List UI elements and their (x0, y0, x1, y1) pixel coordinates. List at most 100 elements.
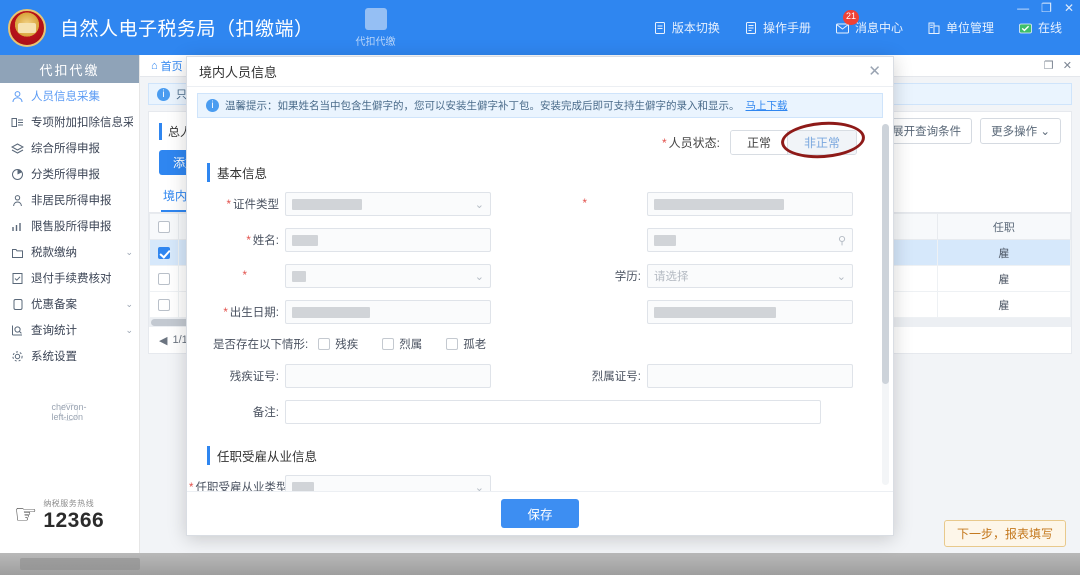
sidebar: 代扣代缴 人员信息采集 专项附加扣除信息采集 综合所得申报 分类所得申报 非居民… (0, 55, 140, 575)
checkbox-elderly-alone[interactable]: 孤老 (446, 336, 486, 352)
window-close-button[interactable]: ✕ (1064, 2, 1074, 14)
window-minimize-button[interactable]: — (1017, 2, 1029, 14)
checkbox-martyr-family[interactable]: 烈属 (382, 336, 422, 352)
field-employment-type: *任职受雇从业类型 ⌄ (189, 475, 491, 491)
field-label: * (189, 270, 285, 282)
sidebar-item-label: 优惠备案 (31, 296, 77, 312)
sidebar-item-restricted-stock[interactable]: 限售股所得申报 (0, 213, 139, 239)
sidebar-item-preferential-filing[interactable]: 优惠备案 ⌄ (0, 291, 139, 317)
checkbox-box[interactable] (318, 338, 330, 350)
nationality-input[interactable]: ⚲ (647, 228, 853, 252)
header-item-version-switch[interactable]: 版本切换 (653, 19, 720, 36)
field-education: 学历: 请选择 ⌄ (551, 264, 853, 288)
field-gender: * ⌄ (189, 264, 491, 288)
checkbox-box[interactable] (446, 338, 458, 350)
sidebar-item-label: 系统设置 (31, 348, 77, 364)
row-checkbox[interactable] (158, 299, 170, 311)
dialog-scrollbar[interactable] (882, 124, 889, 485)
field-label: *证件类型 (189, 196, 285, 212)
conditions-row: 是否存在以下情形: 残疾 烈属 孤老 (189, 336, 891, 352)
hotline-number: 12366 (43, 509, 104, 532)
close-icon[interactable]: ✕ (868, 64, 881, 79)
header-item-manual[interactable]: 操作手册 (744, 19, 811, 36)
bar-chart-icon (10, 219, 24, 233)
save-button[interactable]: 保存 (501, 499, 578, 528)
birth-date-input[interactable] (285, 300, 491, 324)
dialog-body: * 人员状态: 正常 非正常 基本信息 *证件类型 ⌄ (187, 118, 893, 491)
sidebar-item-system-settings[interactable]: 系统设置 (0, 343, 139, 369)
education-placeholder: 请选择 (654, 268, 689, 284)
person-status-row: * 人员状态: 正常 非正常 (189, 122, 891, 157)
person-status-toggle[interactable]: 正常 非正常 (730, 130, 857, 155)
chevron-down-icon[interactable]: ⌄ (475, 481, 484, 492)
home-icon: ⌂ (151, 60, 158, 72)
sidebar-item-personnel-collection[interactable]: 人员信息采集 (0, 83, 139, 109)
basic-info-section-title: 基本信息 (207, 163, 891, 182)
sidebar-item-refund-fee-check[interactable]: 退付手续费核对 (0, 265, 139, 291)
sidebar-collapse-button[interactable]: chevron-left-icon (60, 403, 78, 421)
sidebar-item-query-statistics[interactable]: 查询统计 ⌄ (0, 317, 139, 343)
checkbox-box[interactable] (382, 338, 394, 350)
header-item-label: 单位管理 (946, 19, 994, 36)
app-header: 自然人电子税务局（扣缴端） 代扣代缴 版本切换 操作手册 21 消息中心 单位管… (0, 0, 1080, 55)
row-select-cell[interactable] (150, 240, 179, 266)
martyr-cert-input[interactable] (647, 364, 853, 388)
row-select-cell[interactable] (150, 266, 179, 292)
sidebar-item-tax-payment[interactable]: 税款缴纳 ⌄ (0, 239, 139, 265)
chevron-down-icon[interactable]: ⌄ (837, 270, 846, 283)
more-actions-button[interactable]: 更多操作 ⌄ (980, 118, 1061, 144)
form-row: *姓名: ⚲ (189, 228, 891, 252)
sidebar-item-classified-income[interactable]: 分类所得申报 (0, 161, 139, 187)
headset-icon: ☞ (14, 501, 37, 527)
person-status-label: 人员状态: (669, 134, 720, 151)
address-input[interactable] (647, 300, 853, 324)
header-item-message-center[interactable]: 21 消息中心 (835, 19, 903, 36)
sidebar-item-nonresident-income[interactable]: 非居民所得申报 (0, 187, 139, 213)
row-checkbox[interactable] (158, 247, 170, 259)
field-label: 备注: (189, 404, 285, 420)
chevron-down-icon[interactable]: ⌄ (475, 198, 484, 211)
remark-input[interactable] (285, 400, 821, 424)
checkbox-disabled[interactable]: 残疾 (318, 336, 358, 352)
sidebar-item-special-deduction[interactable]: 专项附加扣除信息采集 (0, 109, 139, 135)
sidebar-item-comprehensive-income[interactable]: 综合所得申报 (0, 135, 139, 161)
header-item-online-status[interactable]: 在线 (1018, 19, 1062, 36)
select-all-header[interactable] (150, 214, 179, 240)
id-number-input[interactable] (647, 192, 853, 216)
content-restore-button[interactable]: ❐ (1044, 59, 1054, 72)
name-input[interactable] (285, 228, 491, 252)
sidebar-item-label: 非居民所得申报 (31, 192, 112, 208)
select-all-checkbox[interactable] (158, 221, 170, 233)
disability-cert-input[interactable] (285, 364, 491, 388)
row-checkbox[interactable] (158, 273, 170, 285)
dialog-tip-bar: i 温馨提示：如果姓名当中包含生僻字的，您可以安装生僻字补丁包。安装完成后即可支… (197, 93, 883, 118)
module-tab-withholding[interactable]: 代扣代缴 (356, 8, 396, 48)
field-label: *任职受雇从业类型 (189, 479, 285, 491)
chevron-down-icon: ⌄ (125, 299, 133, 310)
field-martyr-cert: 烈属证号: (551, 364, 853, 388)
cell-employment: 雇 (937, 292, 1070, 318)
field-label: 烈属证号: (551, 368, 647, 384)
row-select-cell[interactable] (150, 292, 179, 318)
sidebar-item-label: 综合所得申报 (31, 140, 100, 156)
employment-type-select[interactable]: ⌄ (285, 475, 491, 491)
education-select[interactable]: 请选择 ⌄ (647, 264, 853, 288)
search-icon[interactable]: ⚲ (838, 234, 846, 247)
next-step-button[interactable]: 下一步，报表填写 (944, 520, 1066, 547)
header-item-unit-management[interactable]: 单位管理 (927, 19, 994, 36)
info-icon: i (157, 88, 170, 101)
window-maximize-button[interactable]: ❐ (1041, 2, 1052, 14)
expand-query-button[interactable]: 展开查询条件 (881, 118, 972, 144)
gender-select[interactable]: ⌄ (285, 264, 491, 288)
id-type-select[interactable]: ⌄ (285, 192, 491, 216)
checkbox-label: 烈属 (399, 336, 422, 352)
os-taskbar (0, 553, 1080, 575)
prev-page-button[interactable]: ◀ (159, 334, 167, 347)
person-status-option-abnormal[interactable]: 非正常 (787, 131, 856, 154)
content-close-button[interactable]: ✕ (1063, 59, 1072, 72)
info-icon: i (206, 99, 219, 112)
scrollbar-thumb[interactable] (882, 124, 889, 384)
chevron-down-icon[interactable]: ⌄ (475, 270, 484, 283)
person-status-option-normal[interactable]: 正常 (731, 131, 787, 154)
download-patch-link[interactable]: 马上下载 (746, 98, 788, 113)
